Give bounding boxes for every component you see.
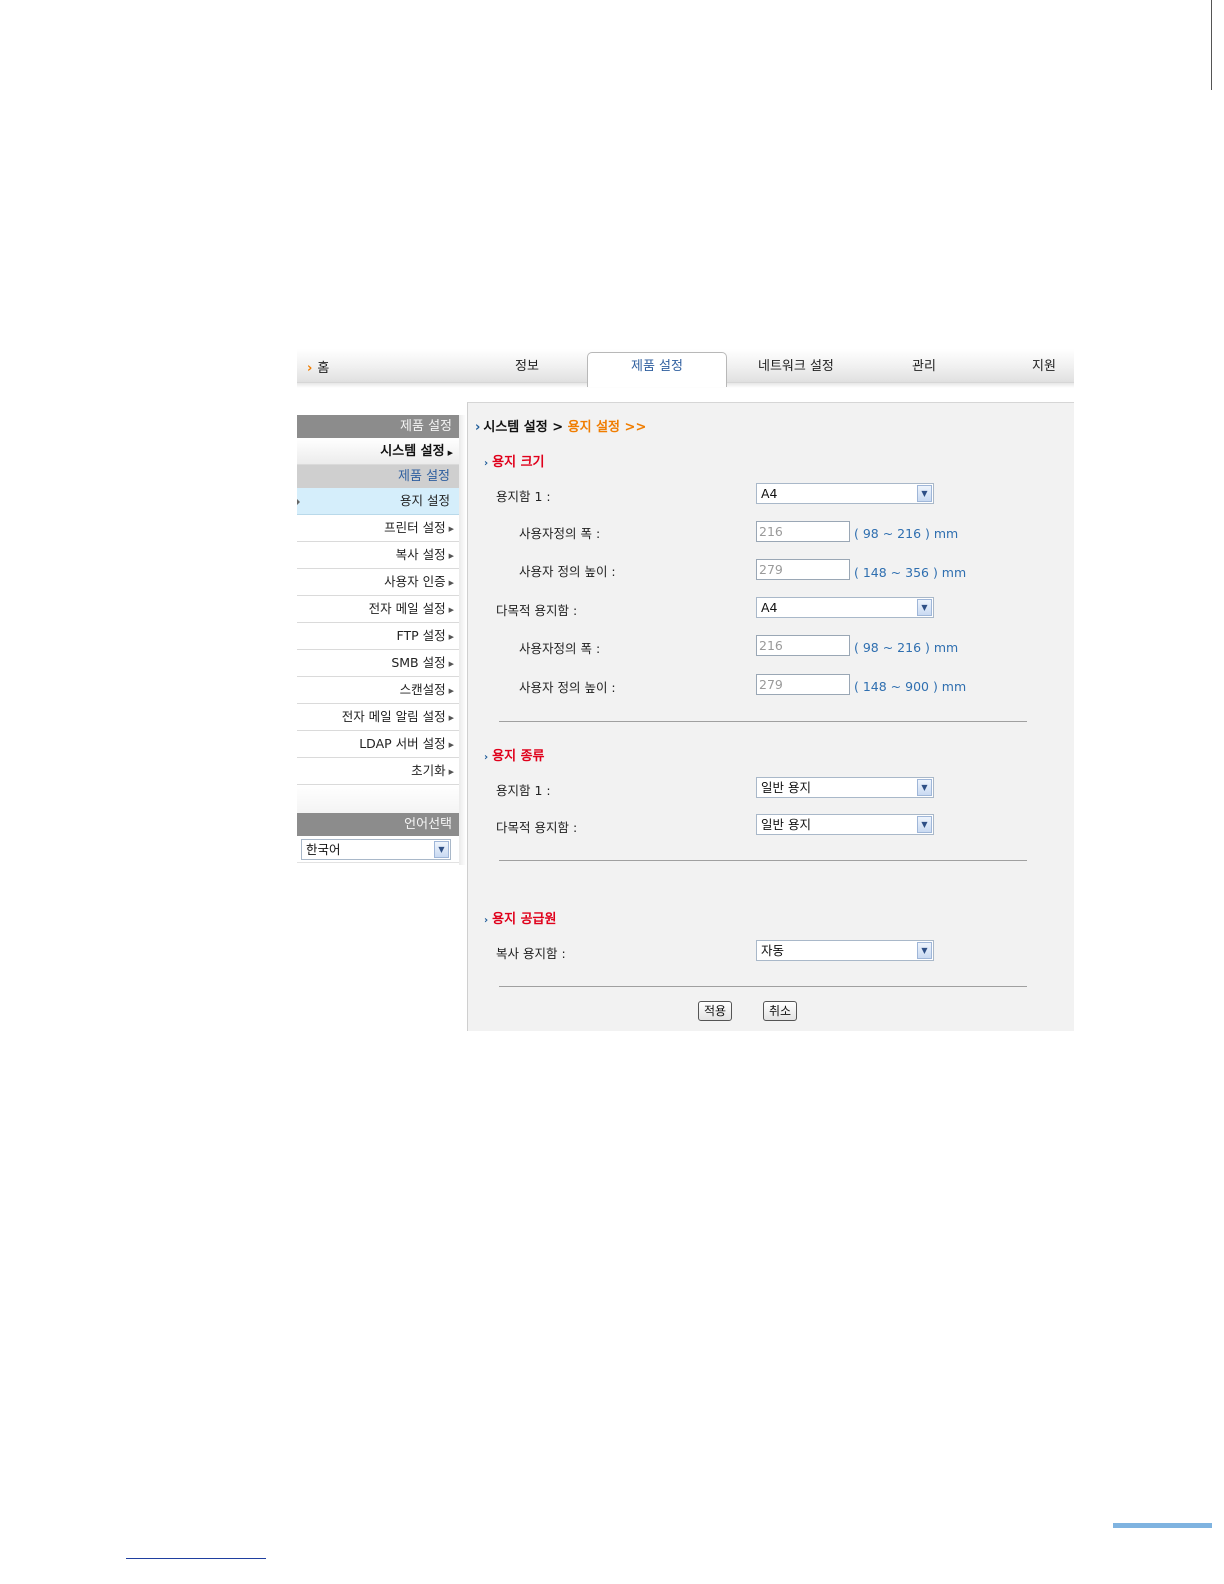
sidebar-item-paper-settings[interactable]: 용지 설정 <box>297 488 459 515</box>
tray1-size-label: 용지함 1 : <box>496 489 551 504</box>
footer-accent-bar <box>1113 1523 1212 1528</box>
sidebar-item-reset[interactable]: 초기화 ▶ <box>297 758 459 785</box>
language-select[interactable]: 한국어 ▼ <box>301 839 451 860</box>
page-edge-line <box>1211 0 1212 90</box>
tray1-size-select[interactable]: A4 ▼ <box>756 483 934 504</box>
arrow-right-icon: ▶ <box>448 632 454 641</box>
arrow-right-icon: ▶ <box>448 524 454 533</box>
section-paper-source: › 용지 공급원 <box>484 912 557 927</box>
arrow-right-icon: ▶ <box>448 659 454 668</box>
tab-management[interactable]: 관리 <box>912 355 936 374</box>
tab-product-settings[interactable]: 제품 설정 <box>587 352 727 387</box>
sidebar-item-scan-settings[interactable]: 스캔설정 ▶ <box>297 677 459 704</box>
arrow-right-icon: ▶ <box>448 578 454 587</box>
divider <box>499 986 1027 987</box>
sidebar-item-email-alert-settings[interactable]: 전자 메일 알림 설정 ▶ <box>297 704 459 731</box>
bullet-chevron-icon: › <box>484 752 489 763</box>
copy-tray-select[interactable]: 자동 ▼ <box>756 940 934 961</box>
arrow-right-icon: ▶ <box>448 740 454 749</box>
chevron-down-icon: ▼ <box>917 599 932 616</box>
chevron-right-icon: › <box>307 361 313 376</box>
copy-tray-label: 복사 용지함 : <box>496 946 566 961</box>
mp-tray-size-label: 다목적 용지함 : <box>496 603 578 618</box>
section-paper-type: › 용지 종류 <box>484 749 545 764</box>
arrow-right-icon: ▶ <box>448 713 454 722</box>
sidebar-item-ftp-settings[interactable]: FTP 설정 ▶ <box>297 623 459 650</box>
chevron-down-icon: ▼ <box>917 779 932 796</box>
sidebar-item-printer-settings[interactable]: 프린터 설정 ▶ <box>297 515 459 542</box>
arrow-right-icon: ▶ <box>448 686 454 695</box>
sidebar-header: 제품 설정 <box>297 415 459 438</box>
arrow-right-icon: ▶ <box>448 551 454 560</box>
breadcrumb: › 시스템 설정 > 용지 설정 >> <box>475 420 647 435</box>
chevron-down-icon: ▼ <box>434 841 449 858</box>
arrow-right-icon: ▶ <box>448 767 454 776</box>
sidebar-item-system-settings[interactable]: 시스템 설정 ▶ <box>297 438 459 465</box>
apply-button[interactable]: 적용 <box>698 1001 733 1021</box>
tray1-custom-height-input[interactable]: 279 <box>756 559 850 580</box>
mp-height-range: ( 148 ~ 900 ) mm <box>854 679 967 694</box>
sidebar-item-copy-settings[interactable]: 복사 설정 ▶ <box>297 542 459 569</box>
tray1-custom-width-label: 사용자정의 폭 : <box>519 526 601 541</box>
arrow-right-icon: ▶ <box>448 605 454 614</box>
web-admin-screenshot: › 홈 정보 제품 설정 네트워크 설정 관리 지원 제품 설정 시스템 설정 ▶ … <box>297 349 1074 1031</box>
chevron-down-icon: ▼ <box>917 816 932 833</box>
sidebar-subheader: 제품 설정 <box>297 465 459 488</box>
mp-tray-size-select[interactable]: A4 ▼ <box>756 597 934 618</box>
chevron-down-icon: ▼ <box>917 485 932 502</box>
chevron-right-icon: › <box>475 420 481 435</box>
tray1-width-range: ( 98 ~ 216 ) mm <box>854 526 959 541</box>
breadcrumb-parent[interactable]: 시스템 설정 <box>483 420 547 435</box>
mp-custom-height-input[interactable]: 279 <box>756 674 850 695</box>
chevron-down-icon: ▼ <box>917 942 932 959</box>
tab-info[interactable]: 정보 <box>515 355 539 374</box>
nav-home-label: 홈 <box>317 361 330 376</box>
main-panel: › 시스템 설정 > 용지 설정 >> › 용지 크기 용지함 1 : A4 ▼ 사… <box>467 402 1074 1031</box>
tab-support[interactable]: 지원 <box>1032 355 1056 374</box>
bullet-chevron-icon: › <box>484 915 489 926</box>
nav-home-link[interactable]: › 홈 <box>307 357 329 376</box>
sidebar-item-ldap-settings[interactable]: LDAP 서버 설정 ▶ <box>297 731 459 758</box>
cancel-button[interactable]: 취소 <box>763 1001 798 1021</box>
tab-network-settings[interactable]: 네트워크 설정 <box>758 355 834 374</box>
sidebar-item-smb-settings[interactable]: SMB 설정 ▶ <box>297 650 459 677</box>
mp-tray-type-select[interactable]: 일반 용지 ▼ <box>756 814 934 835</box>
divider <box>499 860 1027 861</box>
tray1-height-range: ( 148 ~ 356 ) mm <box>854 565 967 580</box>
sidebar-item-email-settings[interactable]: 전자 메일 설정 ▶ <box>297 596 459 623</box>
mp-tray-type-label: 다목적 용지함 : <box>496 820 578 835</box>
mp-custom-width-input[interactable]: 216 <box>756 635 850 656</box>
divider <box>499 721 1027 722</box>
footer-rule <box>126 1558 266 1559</box>
breadcrumb-current: 용지 설정 >> <box>567 420 647 435</box>
bullet-chevron-icon: › <box>484 458 489 469</box>
tray1-custom-width-input[interactable]: 216 <box>756 521 850 542</box>
language-header: 언어선택 <box>297 813 459 836</box>
mp-custom-width-label: 사용자정의 폭 : <box>519 641 601 656</box>
mp-custom-height-label: 사용자 정의 높이 : <box>519 680 616 695</box>
mp-width-range: ( 98 ~ 216 ) mm <box>854 640 959 655</box>
tray1-custom-height-label: 사용자 정의 높이 : <box>519 564 616 579</box>
arrow-right-icon: ▶ <box>447 449 453 457</box>
sidebar-item-user-auth[interactable]: 사용자 인증 ▶ <box>297 569 459 596</box>
tray1-type-select[interactable]: 일반 용지 ▼ <box>756 777 934 798</box>
tray1-type-label: 용지함 1 : <box>496 783 551 798</box>
sidebar: 제품 설정 시스템 설정 ▶ 제품 설정 용지 설정 프린터 설정 ▶ 복사 설정 ▶… <box>297 415 459 863</box>
section-paper-size: › 용지 크기 <box>484 455 545 470</box>
